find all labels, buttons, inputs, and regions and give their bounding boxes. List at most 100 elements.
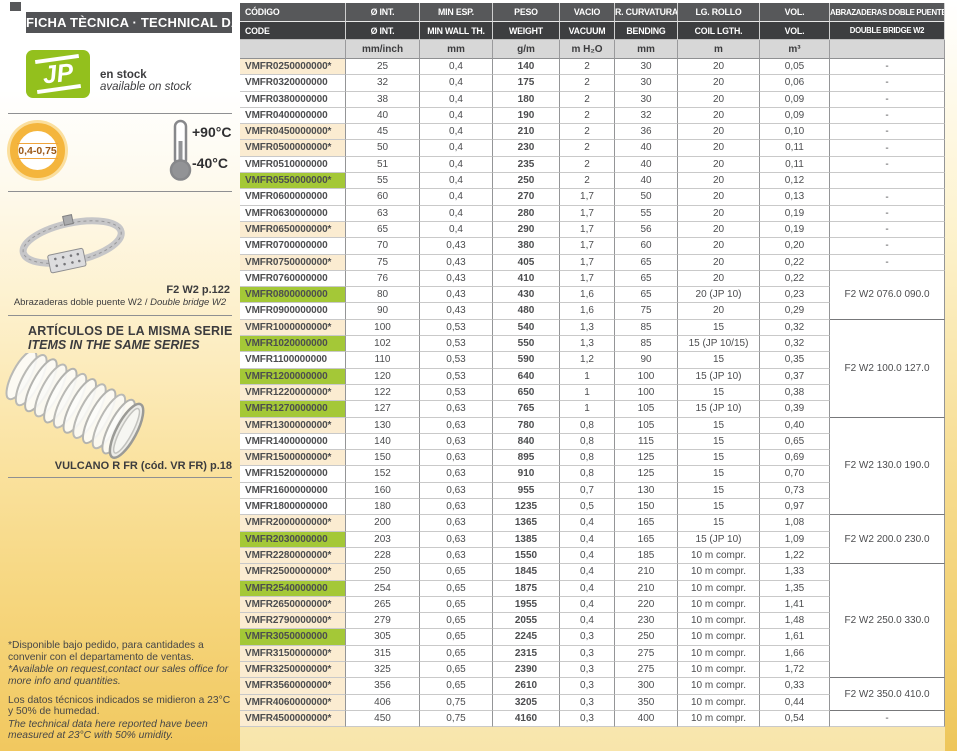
cell-vacuum: 0,4 [560, 515, 615, 531]
cell-code: VMFR0450000000* [240, 124, 346, 140]
cell-vacuum: 0,8 [560, 466, 615, 482]
cell-wall: 0,43 [420, 303, 493, 319]
cell-code: VMFR0650000000* [240, 222, 346, 238]
cell-volume: 0,09 [760, 108, 830, 124]
cell-diameter: 51 [346, 157, 420, 173]
cell-bending: 56 [615, 222, 678, 238]
cell-code: VMFR1300000000* [240, 418, 346, 434]
cell-diameter: 406 [346, 695, 420, 711]
cell-weight: 650 [493, 385, 560, 401]
cell-coil-length: 15 [678, 320, 760, 336]
cell-code: VMFR1020000000 [240, 336, 346, 352]
cell-wall: 0,4 [420, 173, 493, 189]
cell-wall: 0,63 [420, 434, 493, 450]
series-title-en: ITEMS IN THE SAME SERIES [28, 338, 200, 352]
table-row: VMFR1000000000*1000,535401,385150,32F2 W… [240, 320, 945, 336]
cell-diameter: 160 [346, 483, 420, 499]
cell-volume: 0,33 [760, 678, 830, 694]
cell-volume: 0,54 [760, 711, 830, 727]
cell-coil-length: 10 m compr. [678, 564, 760, 580]
cell-vacuum: 1,7 [560, 222, 615, 238]
cell-diameter: 38 [346, 92, 420, 108]
cell-coil-length: 10 m compr. [678, 678, 760, 694]
cell-coil-length: 20 [678, 255, 760, 271]
cell-weight: 405 [493, 255, 560, 271]
cell-wall: 0,75 [420, 695, 493, 711]
hose-page-ref: VULCANO R FR (cód. VR FR) p.18 [55, 460, 232, 472]
cell-vacuum: 0,7 [560, 483, 615, 499]
cell-weight: 2245 [493, 629, 560, 645]
table-row: VMFR0760000000760,434101,765200,22F2 W2 … [240, 271, 945, 287]
cell-code: VMFR0510000000 [240, 157, 346, 173]
cell-wall: 0,43 [420, 287, 493, 303]
stock-label-en: available on stock [100, 81, 191, 93]
cell-coil-length: 15 [678, 499, 760, 515]
temp-max-value: +90°C [192, 124, 231, 140]
cell-wall: 0,4 [420, 75, 493, 91]
cell-diameter: 180 [346, 499, 420, 515]
cell-wall: 0,63 [420, 450, 493, 466]
technical-data-table: CÓDIGOØ INT.MIN ESP.PESOVACIOR. CURVATUR… [240, 3, 945, 727]
cell-volume: 0,37 [760, 369, 830, 385]
cell-coil-length: 10 m compr. [678, 646, 760, 662]
cell-coil-length: 20 [678, 108, 760, 124]
cell-wall: 0,63 [420, 418, 493, 434]
cell-bending: 50 [615, 189, 678, 205]
cell-coil-length: 20 [678, 157, 760, 173]
cell-diameter: 325 [346, 662, 420, 678]
table-row: VMFR0600000000600,42701,750200,13- [240, 189, 945, 205]
cell-vacuum: 2 [560, 173, 615, 189]
cell-diameter: 110 [346, 352, 420, 368]
cell-weight: 2055 [493, 613, 560, 629]
cell-code: VMFR3150000000* [240, 646, 346, 662]
cell-bending: 36 [615, 124, 678, 140]
hose-image [0, 353, 190, 465]
cell-vacuum: 1,6 [560, 287, 615, 303]
cell-bending: 32 [615, 108, 678, 124]
cell-volume: 0,70 [760, 466, 830, 482]
cell-vacuum: 1 [560, 369, 615, 385]
cell-diameter: 254 [346, 581, 420, 597]
cell-weight: 140 [493, 59, 560, 75]
cell-bending: 275 [615, 662, 678, 678]
cell-volume: 0,22 [760, 271, 830, 287]
cell-diameter: 130 [346, 418, 420, 434]
cell-wall: 0,4 [420, 140, 493, 156]
header-cell: LG. ROLLO [678, 3, 760, 22]
cell-vacuum: 1,7 [560, 238, 615, 254]
header-cell: WEIGHT [493, 22, 560, 40]
cell-bending: 85 [615, 320, 678, 336]
header-cell: Ø INT. [346, 22, 420, 40]
cell-diameter: 76 [346, 271, 420, 287]
cell-diameter: 40 [346, 108, 420, 124]
cell-volume: 0,29 [760, 303, 830, 319]
header-cell: PESO [493, 3, 560, 22]
cell-coil-length: 20 [678, 222, 760, 238]
cell-diameter: 70 [346, 238, 420, 254]
cell-bridge-clamp: F2 W2 100.0 127.0 [830, 320, 945, 418]
cell-bending: 210 [615, 564, 678, 580]
header-cell: MIN ESP. [420, 3, 493, 22]
cell-volume: 0,12 [760, 173, 830, 189]
cell-diameter: 90 [346, 303, 420, 319]
cell-vacuum: 1,3 [560, 320, 615, 336]
cell-bridge-clamp: F2 W2 250.0 330.0 [830, 564, 945, 678]
cell-volume: 0,69 [760, 450, 830, 466]
cell-volume: 1,08 [760, 515, 830, 531]
cell-coil-length: 15 [678, 418, 760, 434]
cell-coil-length: 20 [678, 59, 760, 75]
cell-bending: 65 [615, 255, 678, 271]
cell-weight: 430 [493, 287, 560, 303]
cell-vacuum: 0,4 [560, 548, 615, 564]
cell-bending: 350 [615, 695, 678, 711]
cell-wall: 0,4 [420, 92, 493, 108]
cell-wall: 0,65 [420, 597, 493, 613]
cell-coil-length: 10 m compr. [678, 695, 760, 711]
cell-code: VMFR2280000000* [240, 548, 346, 564]
cell-bridge-clamp [830, 173, 945, 189]
cell-volume: 0,40 [760, 418, 830, 434]
cell-code: VMFR2030000000 [240, 532, 346, 548]
cell-weight: 235 [493, 157, 560, 173]
cell-diameter: 265 [346, 597, 420, 613]
cell-bending: 165 [615, 515, 678, 531]
